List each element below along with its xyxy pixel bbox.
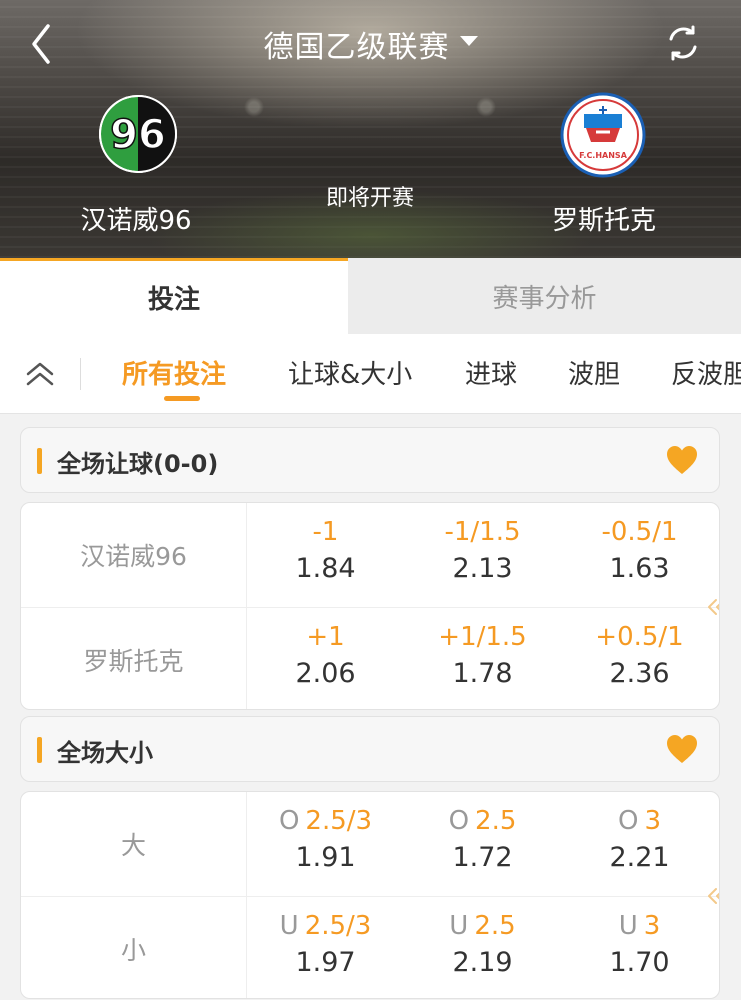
over-prefix: O [617, 806, 639, 836]
odds-value: 2.36 [609, 658, 670, 689]
heart-icon [667, 735, 697, 763]
handicap-line: -0.5/1 [601, 517, 678, 547]
table-row: 小 U 2.5/3 1.97 U 2.5 2.19 U3 1.70 [21, 896, 719, 998]
odds-cell[interactable]: +1/1.5 1.78 [404, 608, 561, 709]
divider [80, 358, 81, 390]
over-prefix: O [278, 806, 300, 836]
match-header: 德国乙级联赛 96 F.C.HANSA 汉诺威96 即将开赛 罗斯托克 [0, 0, 741, 258]
odds-cell[interactable]: U 2.5 2.19 [404, 897, 561, 998]
heart-icon [667, 446, 697, 474]
table-row: 罗斯托克 +1 2.06 +1/1.5 1.78 +0.5/1 2.36 [21, 607, 719, 709]
refresh-button[interactable] [662, 22, 704, 64]
handicap-line: +1 [306, 622, 345, 652]
section-title: 全场让球(0-0) [57, 450, 219, 478]
under-prefix: U [449, 911, 469, 941]
table-row: 大 O 2.5/3 1.91 O 2.5 1.72 O3 2.21 [21, 792, 719, 896]
row-label: 小 [21, 897, 247, 998]
odds-cell[interactable]: O 2.5/3 1.91 [247, 792, 404, 896]
total-line: 3 [643, 911, 661, 941]
chevron-double-up-icon [26, 362, 54, 386]
section-title: 全场大小 [57, 739, 153, 767]
chevron-double-left-icon[interactable] [705, 597, 720, 617]
total-line: 2.5/3 [304, 911, 372, 941]
odds-value: 1.84 [295, 553, 356, 584]
favorite-button[interactable] [665, 733, 699, 765]
odds-value: 1.91 [295, 842, 356, 873]
chevron-double-left-icon[interactable] [705, 886, 720, 906]
table-row: 汉诺威96 -1 1.84 -1/1.5 2.13 -0.5/1 1.63 [21, 503, 719, 607]
odds-value: 1.63 [609, 553, 670, 584]
odds-value: 2.19 [452, 947, 513, 978]
main-tabs: 投注 赛事分析 [0, 258, 741, 334]
odds-value: 1.70 [609, 947, 670, 978]
favorite-button[interactable] [665, 444, 699, 476]
odds-value: 2.13 [452, 553, 513, 584]
odds-cell[interactable]: +0.5/1 2.36 [561, 608, 718, 709]
odds-value: 1.97 [295, 947, 356, 978]
handicap-line: +0.5/1 [595, 622, 684, 652]
odds-cell[interactable]: -0.5/1 1.63 [561, 503, 718, 607]
away-team-name: 罗斯托克 [551, 206, 656, 236]
match-status: 即将开赛 [325, 186, 414, 211]
home-team-logo: 96 [98, 94, 178, 174]
odds-cell[interactable]: O3 2.21 [561, 792, 718, 896]
odds-table-total: 大 O 2.5/3 1.91 O 2.5 1.72 O3 2.21 小 U 2.5/3… [20, 791, 720, 999]
svg-text:96: 96 [110, 112, 166, 158]
refresh-icon [669, 25, 697, 61]
handicap-line: +1/1.5 [438, 622, 527, 652]
page-title: 德国乙级联赛 [263, 30, 450, 65]
caret-down-icon [459, 36, 478, 46]
under-prefix: U [279, 911, 299, 941]
row-label: 汉诺威96 [21, 503, 247, 607]
total-line: 2.5 [475, 806, 517, 836]
total-line: 2.5/3 [305, 806, 373, 836]
odds-cell[interactable]: U 2.5/3 1.97 [247, 897, 404, 998]
subtab-goals[interactable]: 进球 [465, 354, 517, 391]
bet-category-tabs: 所有投注 让球&大小 进球 波胆 反波胆 [0, 334, 741, 414]
odds-cell[interactable]: -1/1.5 2.13 [404, 503, 561, 607]
under-prefix: U [618, 911, 638, 941]
over-prefix: O [448, 806, 470, 836]
active-tab-indicator [164, 396, 200, 401]
row-label: 罗斯托克 [21, 608, 247, 709]
total-line: 2.5 [474, 911, 516, 941]
odds-cell[interactable]: -1 1.84 [247, 503, 404, 607]
total-line: 3 [644, 806, 661, 836]
odds-value: 2.21 [609, 842, 670, 873]
odds-cell[interactable]: U3 1.70 [561, 897, 718, 998]
odds-cell[interactable]: O 2.5 1.72 [404, 792, 561, 896]
subtab-handicap-total[interactable]: 让球&大小 [288, 354, 412, 391]
handicap-line: -1/1.5 [444, 517, 521, 547]
section-accent-bar [37, 448, 42, 474]
svg-text:F.C.HANSA: F.C.HANSA [579, 151, 628, 160]
odds-value: 2.06 [295, 658, 356, 689]
section-header-handicap[interactable]: 全场让球(0-0) [20, 427, 720, 493]
handicap-line: -1 [312, 517, 339, 547]
odds-table-handicap: 汉诺威96 -1 1.84 -1/1.5 2.13 -0.5/1 1.63 罗斯… [20, 502, 720, 710]
section-header-total[interactable]: 全场大小 [20, 716, 720, 782]
subtab-anti-correct-score[interactable]: 反波胆 [671, 354, 741, 391]
collapse-button[interactable] [20, 354, 60, 394]
subtab-all-bets[interactable]: 所有投注 [122, 354, 226, 391]
tab-betting[interactable]: 投注 [0, 258, 348, 334]
odds-cell[interactable]: +1 2.06 [247, 608, 404, 709]
subtab-correct-score[interactable]: 波胆 [568, 354, 620, 391]
home-team-name: 汉诺威96 [80, 206, 192, 236]
row-label: 大 [21, 792, 247, 896]
tab-analysis[interactable]: 赛事分析 [348, 258, 741, 334]
away-team-logo: F.C.HANSA [560, 92, 646, 178]
league-selector[interactable]: 德国乙级联赛 [0, 22, 741, 66]
section-accent-bar [37, 737, 42, 763]
odds-value: 1.78 [452, 658, 513, 689]
odds-value: 1.72 [452, 842, 513, 873]
